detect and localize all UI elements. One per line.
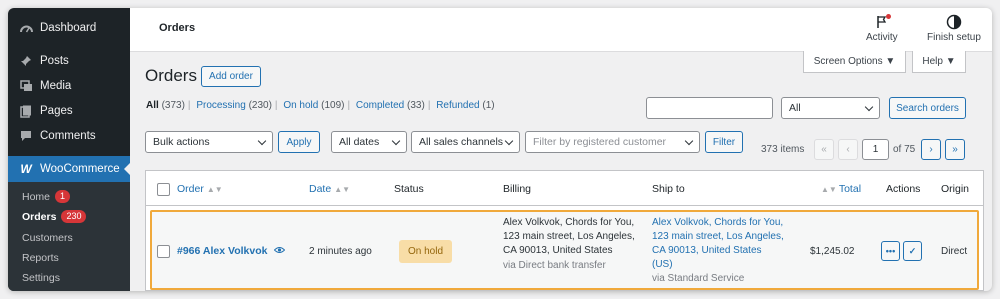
sidebar-item-comments[interactable]: Comments — [8, 123, 130, 149]
filter-on-hold[interactable]: On hold (109) — [283, 100, 344, 111]
notification-dot — [885, 14, 891, 19]
finish-setup-button[interactable]: Finish setup — [927, 14, 981, 43]
last-page-button[interactable]: » — [945, 139, 965, 160]
woo-icon: W — [20, 162, 32, 176]
submenu-item-customers[interactable]: Customers — [22, 232, 73, 244]
pages-icon — [19, 104, 33, 118]
complete-order-button[interactable]: ✓ — [903, 241, 922, 261]
sidebar-item-woocommerce[interactable]: W WooCommerce — [8, 156, 130, 182]
woocommerce-header: Orders Activity Finish setup — [130, 8, 992, 52]
bulk-actions-select[interactable]: Bulk actions — [145, 131, 273, 153]
header-divider — [146, 205, 983, 206]
media-icon — [19, 79, 33, 93]
sidebar-item-posts[interactable]: Posts — [8, 48, 130, 74]
admin-sidebar: Dashboard Posts Media Pages Comments W W… — [8, 8, 130, 291]
current-menu-arrow — [124, 163, 130, 175]
filter-all[interactable]: All (373) — [146, 100, 185, 111]
activity-button[interactable]: Activity — [866, 14, 898, 43]
orders-count-badge: 230 — [61, 210, 87, 223]
app-window: Dashboard Posts Media Pages Comments W W… — [8, 8, 992, 291]
page-title: Orders — [145, 66, 197, 85]
home-count-badge: 1 — [55, 190, 71, 203]
apply-button[interactable]: Apply — [278, 131, 320, 153]
billing-address: Alex Volkvok, Chords for You, 123 main s… — [503, 217, 635, 271]
add-order-button[interactable]: Add order — [201, 66, 261, 87]
total-pages: of 75 — [893, 144, 916, 155]
submenu-item-orders[interactable]: Orders 230 — [22, 210, 87, 223]
order-date: 2 minutes ago — [309, 246, 372, 257]
search-scope-select[interactable]: All — [781, 97, 880, 119]
orders-table: Order ▲▼ Date ▲▼ Status Billing Ship to ▲▼… — [145, 170, 984, 291]
filter-button[interactable]: Filter — [705, 131, 743, 153]
customer-filter-select[interactable]: Filter by registered customer — [525, 131, 700, 153]
sidebar-item-pages[interactable]: Pages — [8, 98, 130, 124]
select-all-checkbox[interactable] — [157, 183, 170, 196]
preview-eye-icon[interactable] — [273, 245, 286, 259]
sort-icon: ▲▼ — [334, 185, 351, 194]
sort-icon: ▲▼ — [206, 185, 223, 194]
progress-circle-icon — [946, 14, 962, 30]
dates-select[interactable]: All dates — [331, 131, 407, 153]
items-count: 373 items — [761, 144, 805, 155]
submenu-item-reports[interactable]: Reports — [22, 252, 59, 264]
order-origin: Direct — [941, 246, 968, 257]
woocommerce-submenu: Home 1 Orders 230 Customers Reports Sett… — [8, 182, 130, 291]
screen-options-tab[interactable]: Screen Options ▼ — [803, 51, 906, 73]
column-header-date[interactable]: Date ▲▼ — [309, 183, 350, 195]
pin-icon — [19, 54, 33, 68]
submenu-item-settings[interactable]: Settings — [22, 272, 60, 284]
flag-icon — [876, 14, 891, 30]
column-header-ship-to: Ship to — [652, 183, 685, 195]
sidebar-item-media[interactable]: Media — [8, 73, 130, 99]
header-title: Orders — [159, 22, 196, 34]
sidebar-item-dashboard[interactable]: Dashboard — [8, 15, 130, 41]
current-page-input[interactable]: 1 — [862, 139, 889, 160]
submenu-item-home[interactable]: Home 1 — [22, 190, 71, 203]
next-page-button[interactable]: › — [921, 139, 941, 160]
sales-channels-select[interactable]: All sales channels — [411, 131, 520, 153]
filter-refunded[interactable]: Refunded (1) — [436, 100, 494, 111]
comment-icon — [19, 129, 33, 143]
search-orders-button[interactable]: Search orders — [889, 97, 966, 119]
column-header-total[interactable]: ▲▼ Total — [821, 183, 861, 195]
more-actions-button[interactable]: ••• — [881, 241, 900, 261]
shipping-address[interactable]: Alex Volkvok, Chords for You, 123 main s… — [652, 216, 784, 286]
status-badge: On hold — [399, 240, 452, 263]
column-header-billing: Billing — [503, 183, 532, 195]
order-total: $1,245.02 — [810, 246, 855, 257]
order-link[interactable]: #966 Alex Volkvok — [177, 244, 267, 259]
first-page-button[interactable]: « — [814, 139, 834, 160]
search-input[interactable] — [646, 97, 773, 119]
column-header-status: Status — [394, 183, 424, 195]
row-checkbox[interactable] — [157, 245, 170, 258]
column-header-actions: Actions — [886, 183, 921, 195]
help-tab[interactable]: Help ▼ — [912, 51, 966, 73]
column-header-origin: Origin — [941, 183, 970, 195]
sort-icon: ▲▼ — [821, 185, 837, 194]
prev-page-button[interactable]: ‹ — [838, 139, 858, 160]
column-header-order[interactable]: Order ▲▼ — [177, 183, 223, 195]
status-filter-links: All (373) | Processing (230) | On hold (10… — [146, 100, 495, 111]
filter-completed[interactable]: Completed (33) — [356, 100, 425, 111]
dashboard-icon — [19, 21, 33, 35]
filter-processing[interactable]: Processing (230) — [196, 100, 272, 111]
